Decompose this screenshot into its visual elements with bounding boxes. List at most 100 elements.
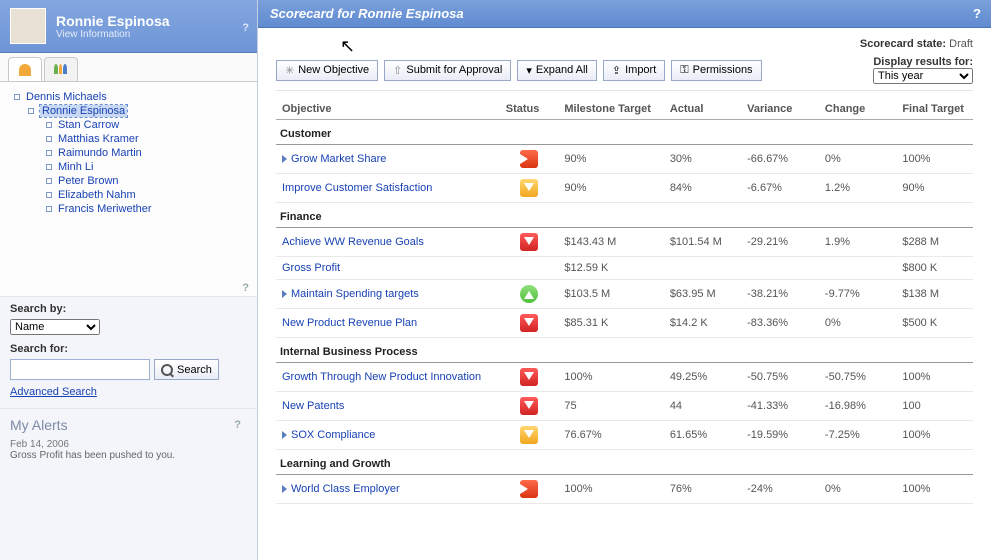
help-icon[interactable]: ?	[242, 22, 249, 34]
milestone-cell: $12.59 K	[558, 257, 663, 280]
variance-cell	[741, 257, 819, 280]
alerts-help-icon[interactable]: ?	[226, 417, 249, 433]
objective-row: Growth Through New Product Innovation 100…	[276, 363, 973, 392]
actual-cell: 44	[664, 392, 741, 421]
tree-node[interactable]: Raimundo Martin	[46, 146, 251, 160]
tree-node[interactable]: Dennis Michaels	[14, 90, 251, 104]
tree-dot-icon	[46, 178, 52, 184]
objective-link[interactable]: Improve Customer Satisfaction	[282, 182, 432, 194]
variance-cell: -29.21%	[741, 228, 819, 257]
expand-icon[interactable]	[282, 155, 287, 163]
section-header: Finance	[276, 203, 973, 228]
status-red-down-icon	[520, 233, 538, 251]
variance-cell: -38.21%	[741, 280, 819, 309]
variance-cell: -41.33%	[741, 392, 819, 421]
tab-group[interactable]	[44, 57, 78, 81]
objective-link[interactable]: Gross Profit	[282, 262, 340, 274]
search-for-label: Search for:	[10, 343, 247, 355]
expand-icon[interactable]	[282, 431, 287, 439]
section-title: Finance	[276, 203, 973, 228]
objective-link[interactable]: Growth Through New Product Innovation	[282, 371, 481, 383]
expand-icon[interactable]	[282, 485, 287, 493]
change-cell: 0%	[819, 145, 896, 174]
objective-link[interactable]: Grow Market Share	[282, 153, 386, 165]
final-cell: 100	[896, 392, 973, 421]
milestone-cell: $103.5 M	[558, 280, 663, 309]
actual-cell: $63.95 M	[664, 280, 741, 309]
tree-node[interactable]: Francis Meriwether	[46, 202, 251, 216]
tree-node[interactable]: Stan Carrow	[46, 118, 251, 132]
view-information-link[interactable]: View Information	[56, 29, 170, 40]
tree-dot-icon	[46, 192, 52, 198]
objective-link[interactable]: New Patents	[282, 400, 344, 412]
status-cell	[500, 392, 559, 421]
actual-cell: $101.54 M	[664, 228, 741, 257]
final-cell: 100%	[896, 363, 973, 392]
tree-node[interactable]: Minh Li	[46, 160, 251, 174]
advanced-search-link[interactable]: Advanced Search	[10, 386, 97, 398]
change-cell: 1.2%	[819, 174, 896, 203]
status-cell	[500, 174, 559, 203]
expand-icon[interactable]	[282, 290, 287, 298]
tree-node-label: Peter Brown	[58, 175, 119, 187]
tree-node[interactable]: Peter Brown	[46, 174, 251, 188]
tree-dot-icon	[28, 108, 34, 114]
milestone-cell: 100%	[558, 363, 663, 392]
milestone-cell: $143.43 M	[558, 228, 663, 257]
search-by-select[interactable]: Name	[10, 319, 100, 335]
sidebar-tabs	[0, 53, 257, 82]
actual-cell: 30%	[664, 145, 741, 174]
tree-node-label: Francis Meriwether	[58, 203, 152, 215]
new-objective-button[interactable]: ✳New Objective	[276, 60, 378, 81]
search-input[interactable]	[10, 359, 150, 380]
objective-link[interactable]: Maintain Spending targets	[282, 288, 419, 300]
tree-dot-icon	[46, 206, 52, 212]
variance-cell: -66.67%	[741, 145, 819, 174]
panel-help-icon[interactable]: ?	[0, 280, 257, 296]
tree-node[interactable]: Ronnie Espinosa	[28, 104, 251, 118]
actual-cell: 61.65%	[664, 421, 741, 450]
header-help-icon[interactable]: ?	[973, 6, 981, 21]
search-button[interactable]: Search	[154, 359, 219, 380]
status-cell	[500, 145, 559, 174]
actual-cell: 76%	[664, 475, 741, 504]
status-yellow-icon	[520, 426, 538, 444]
scorecard-title: Scorecard for Ronnie Espinosa	[270, 6, 464, 21]
tree-node[interactable]: Matthias Kramer	[46, 132, 251, 146]
tree-dot-icon	[46, 122, 52, 128]
scorecard-state: Scorecard state: Draft	[276, 38, 973, 50]
tree-node-label: Ronnie Espinosa	[40, 105, 127, 117]
tree-node[interactable]: Elizabeth Nahm	[46, 188, 251, 202]
milestone-cell: 90%	[558, 145, 663, 174]
import-button[interactable]: ⇪Import	[603, 60, 665, 81]
change-cell: -7.25%	[819, 421, 896, 450]
tab-person[interactable]	[8, 57, 42, 81]
actual-cell: 84%	[664, 174, 741, 203]
tree-dot-icon	[14, 94, 20, 100]
final-cell: $288 M	[896, 228, 973, 257]
expand-all-button[interactable]: ▾Expand All	[517, 60, 597, 81]
objective-link[interactable]: Achieve WW Revenue Goals	[282, 236, 424, 248]
status-cell	[500, 257, 559, 280]
person-icon	[19, 64, 31, 76]
final-cell: $500 K	[896, 309, 973, 338]
final-cell: 100%	[896, 145, 973, 174]
objective-row: Improve Customer Satisfaction90%84%-6.67…	[276, 174, 973, 203]
change-cell: -50.75%	[819, 363, 896, 392]
variance-cell: -50.75%	[741, 363, 819, 392]
section-title: Customer	[276, 120, 973, 145]
variance-cell: -19.59%	[741, 421, 819, 450]
milestone-cell: 76.67%	[558, 421, 663, 450]
status-green-icon	[520, 285, 538, 303]
final-cell: 90%	[896, 174, 973, 203]
display-results-select[interactable]: This year	[873, 68, 973, 84]
objective-link[interactable]: SOX Compliance	[282, 429, 375, 441]
objective-link[interactable]: New Product Revenue Plan	[282, 317, 417, 329]
permissions-button[interactable]: ⚿Permissions	[671, 60, 761, 81]
objective-link[interactable]: World Class Employer	[282, 483, 400, 495]
submit-approval-button[interactable]: ⇧Submit for Approval	[384, 60, 511, 81]
final-cell: 100%	[896, 475, 973, 504]
tree-dot-icon	[46, 150, 52, 156]
status-cell	[500, 228, 559, 257]
col-variance: Variance	[741, 99, 819, 120]
